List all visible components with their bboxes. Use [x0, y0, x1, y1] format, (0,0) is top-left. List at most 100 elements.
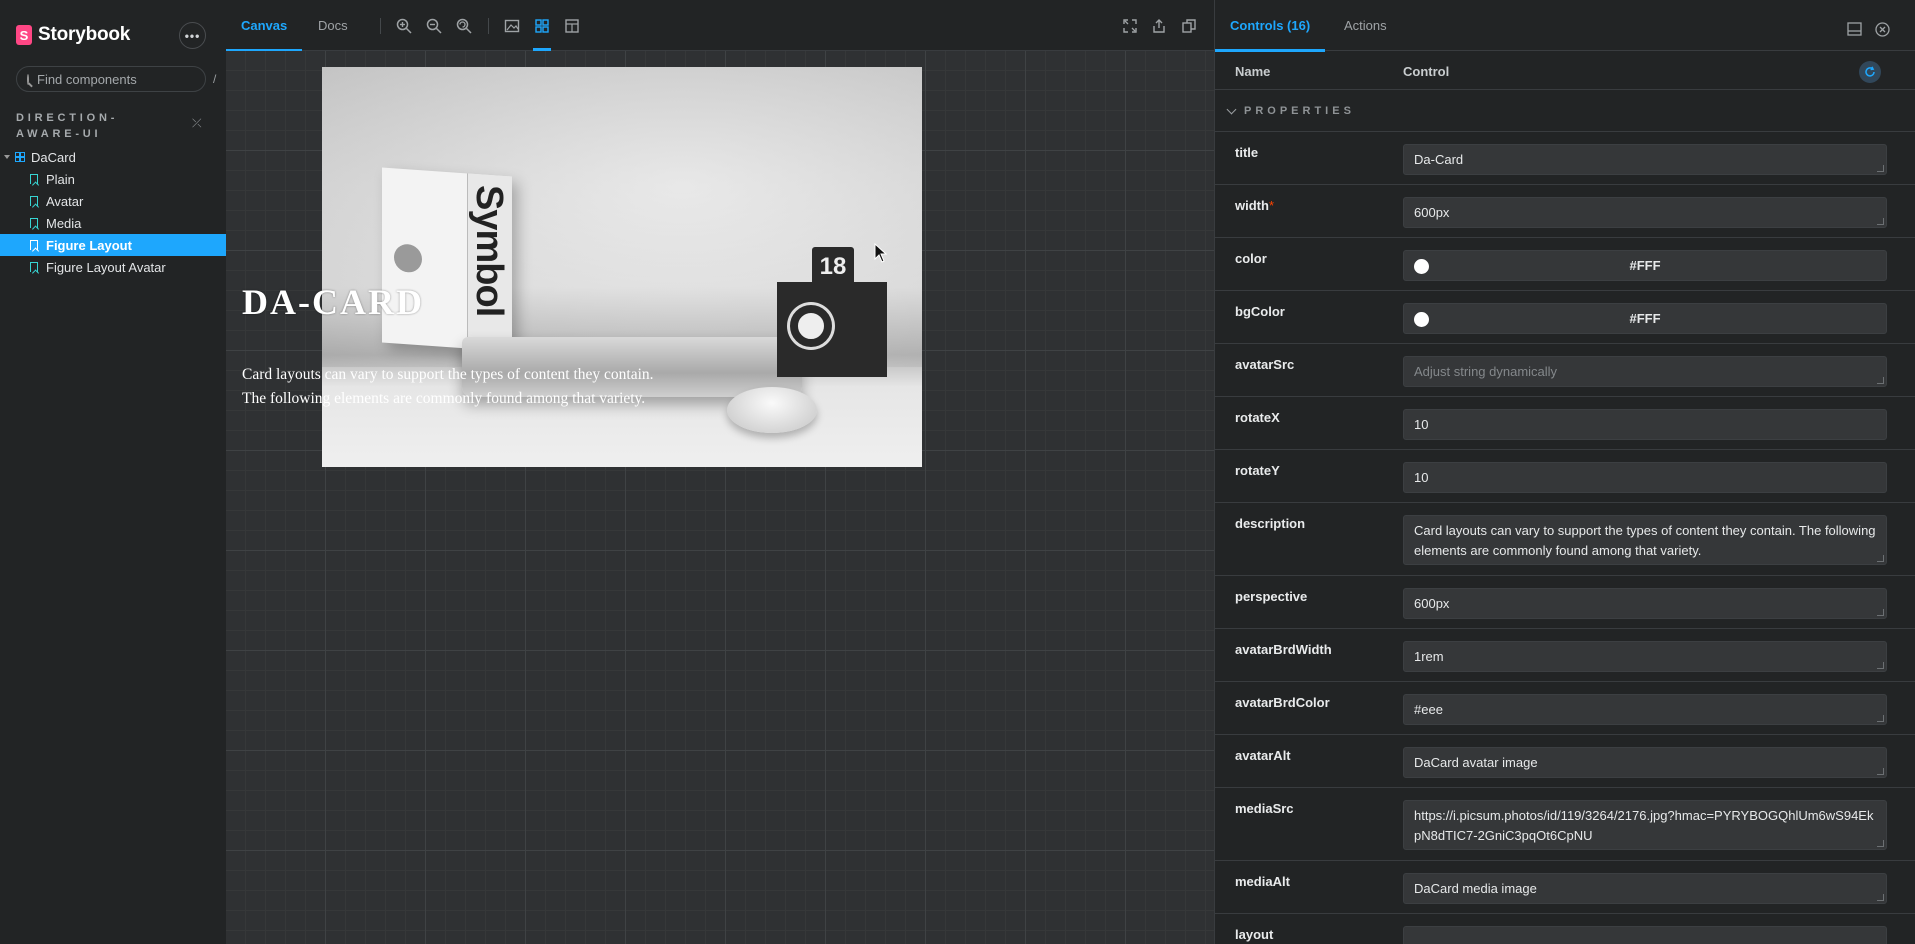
toolbar-divider: [380, 18, 381, 34]
component-tree: DaCard Plain Avatar Media Figure Layout …: [0, 146, 226, 278]
panel-position-icon[interactable]: [1847, 22, 1862, 36]
media-book-badge: [394, 243, 422, 274]
color-swatch[interactable]: [1414, 259, 1429, 274]
outline-icon[interactable]: [564, 18, 580, 34]
tree-item-label: Media: [46, 215, 82, 231]
group-title: DIRECTION-AWARE-UI: [16, 112, 119, 140]
control-row-rotatex: rotateX 10: [1215, 397, 1915, 450]
media-stand-number: 18: [812, 247, 854, 287]
zoom-in-icon[interactable]: [396, 18, 412, 34]
control-row-avatarsrc: avatarSrc Adjust string dynamically: [1215, 344, 1915, 397]
canvas-preview: Symbol 18 DA-CARD Card layouts can vary …: [226, 51, 1214, 944]
column-name: Name: [1235, 64, 1271, 79]
control-row-mediaalt: mediaAlt DaCard media image: [1215, 861, 1915, 914]
avatarbrdcolor-input[interactable]: #eee: [1403, 694, 1887, 725]
collapse-all-icon[interactable]: ⤫: [192, 116, 202, 131]
control-name: perspective: [1235, 589, 1308, 604]
tree-item-dacard[interactable]: DaCard: [0, 146, 226, 168]
control-row-avataralt: avatarAlt DaCard avatar image: [1215, 735, 1915, 788]
control-name: description: [1235, 516, 1306, 531]
tab-controls[interactable]: Controls (16): [1214, 0, 1326, 52]
tree-item-media[interactable]: Media: [0, 212, 226, 234]
width-input[interactable]: 600px: [1403, 197, 1887, 228]
grid-icon[interactable]: [534, 18, 550, 34]
color-value: #FFF: [1629, 311, 1661, 326]
control-row-description: description Card layouts can vary to sup…: [1215, 503, 1915, 576]
column-control: Control: [1403, 64, 1450, 79]
control-row-width: width* 600px: [1215, 185, 1915, 238]
zoom-out-icon[interactable]: [426, 18, 442, 34]
controls-list: title Da-Card width* 600px color #FFF bg…: [1215, 132, 1915, 944]
reset-controls-button[interactable]: [1859, 61, 1881, 83]
control-row-avatarbrdcolor: avatarBrdColor #eee: [1215, 682, 1915, 735]
sidebar: S Storybook ••• / DIRECTION-AWARE-UI ⤫ D…: [0, 0, 226, 944]
tab-canvas[interactable]: Canvas: [225, 0, 303, 52]
avataralt-input[interactable]: DaCard avatar image: [1403, 747, 1887, 778]
tree-item-plain[interactable]: Plain: [0, 168, 226, 190]
fullscreen-icon[interactable]: [1122, 18, 1138, 34]
card-title: DA-CARD: [242, 282, 424, 322]
control-name: rotateX: [1235, 410, 1280, 425]
bgcolor-picker[interactable]: #FFF: [1403, 303, 1887, 334]
media-book-text: Symbol: [468, 185, 510, 317]
zoom-reset-icon[interactable]: [456, 18, 472, 34]
rotatex-input[interactable]: 10: [1403, 409, 1887, 440]
rotatey-input[interactable]: 10: [1403, 462, 1887, 493]
avatarsrc-input[interactable]: Adjust string dynamically: [1403, 356, 1887, 387]
tree-item-avatar[interactable]: Avatar: [0, 190, 226, 212]
mediasrc-input[interactable]: https://i.picsum.photos/id/119/3264/2176…: [1403, 800, 1887, 850]
color-value: #FFF: [1629, 258, 1661, 273]
control-row-rotatey: rotateY 10: [1215, 450, 1915, 503]
section-label: PROPERTIES: [1244, 105, 1355, 117]
tree-item-figure-layout[interactable]: Figure Layout: [0, 234, 226, 256]
tree-item-label: DaCard: [31, 149, 76, 165]
card-description: Card layouts can vary to support the typ…: [242, 366, 654, 407]
tree-item-label: Plain: [46, 171, 75, 187]
search-input[interactable]: [37, 71, 213, 87]
control-name: rotateY: [1235, 463, 1280, 478]
component-icon: [15, 152, 25, 162]
control-name: mediaSrc: [1235, 801, 1294, 816]
mediaalt-input[interactable]: DaCard media image: [1403, 873, 1887, 904]
layout-input[interactable]: [1403, 926, 1887, 944]
controls-header: Name Control: [1215, 52, 1915, 90]
required-marker: *: [1268, 198, 1274, 213]
share-icon[interactable]: [1151, 18, 1167, 34]
control-row-bgcolor: bgColor #FFF: [1215, 291, 1915, 344]
chevron-down-icon: [1226, 104, 1237, 115]
panel-tabs: Controls (16) Actions: [1214, 0, 1915, 52]
addons-panel: Controls (16) Actions Name Control PROPE…: [1214, 0, 1915, 944]
description-input[interactable]: Card layouts can vary to support the typ…: [1403, 515, 1887, 565]
expand-arrow-icon: [4, 155, 10, 159]
color-swatch[interactable]: [1414, 312, 1429, 327]
tree-item-label: Figure Layout Avatar: [46, 259, 166, 275]
close-icon[interactable]: [1875, 22, 1890, 37]
control-name: title: [1235, 145, 1259, 160]
refresh-icon: [1865, 66, 1875, 77]
color-picker[interactable]: #FFF: [1403, 250, 1887, 281]
control-name: layout: [1235, 927, 1274, 942]
properties-section-toggle[interactable]: PROPERTIES: [1215, 91, 1915, 132]
toolbar-divider: [488, 18, 489, 34]
tab-actions[interactable]: Actions: [1344, 0, 1387, 51]
control-name: avatarAlt: [1235, 748, 1291, 763]
tree-item-figure-layout-avatar[interactable]: Figure Layout Avatar: [0, 256, 226, 278]
tab-docs[interactable]: Docs: [318, 0, 348, 51]
title-input[interactable]: Da-Card: [1403, 144, 1887, 175]
background-icon[interactable]: [504, 18, 520, 34]
bookmark-icon: [30, 174, 38, 184]
perspective-input[interactable]: 600px: [1403, 588, 1887, 619]
brand[interactable]: S Storybook: [16, 24, 130, 46]
more-options-button[interactable]: •••: [179, 22, 206, 49]
control-row-perspective: perspective 600px: [1215, 576, 1915, 629]
bookmark-icon: [30, 262, 38, 272]
control-row-mediasrc: mediaSrc https://i.picsum.photos/id/119/…: [1215, 788, 1915, 861]
search-shortcut-hint: /: [213, 72, 217, 86]
control-row-avatarbrdwidth: avatarBrdWidth 1rem: [1215, 629, 1915, 682]
copy-link-icon[interactable]: [1181, 18, 1197, 34]
bookmark-icon: [30, 196, 38, 206]
search-box[interactable]: /: [16, 66, 216, 92]
storybook-logo-icon: S: [16, 25, 32, 45]
bookmark-icon: [30, 240, 38, 250]
avatarbrdwidth-input[interactable]: 1rem: [1403, 641, 1887, 672]
